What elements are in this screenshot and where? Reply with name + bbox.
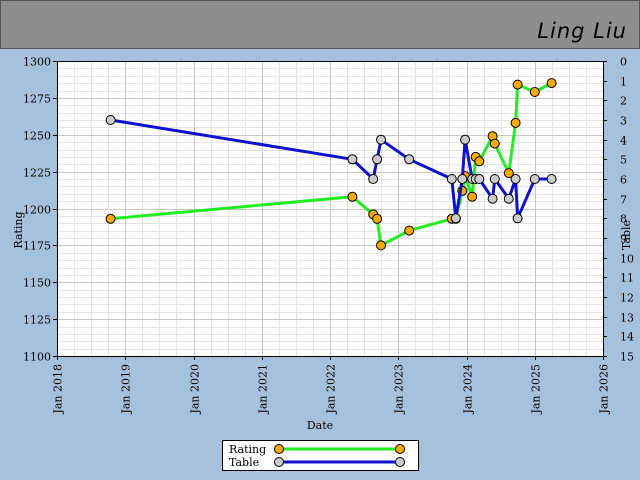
legend-marker: [274, 457, 284, 467]
y-right-tick-label: 10: [620, 253, 634, 266]
y-right-tick-label: 2: [620, 95, 627, 108]
legend-marker: [274, 444, 284, 454]
y-left-tick-label: 1125: [23, 314, 51, 327]
y-right-tick-label: 4: [620, 135, 627, 148]
data-point: [105, 115, 116, 125]
y-left-tick-label: 1300: [23, 56, 51, 69]
legend-label: Rating: [229, 443, 266, 456]
chart-page: Ling Liu 1100 1125 1150 1175 1200 1225 1250 127…: [0, 0, 640, 480]
data-point: [546, 174, 557, 184]
x-axis-title: Date: [307, 419, 333, 432]
data-point: [546, 78, 557, 89]
y-left-tick-label: 1200: [23, 204, 51, 217]
data-point: [372, 213, 383, 224]
data-point: [510, 117, 521, 128]
x-tick-label: Jan 2020: [189, 364, 202, 415]
y-right-tick-label: 13: [620, 312, 634, 325]
data-point: [474, 174, 485, 184]
data-point: [512, 79, 523, 90]
y-right-tick-label: 15: [620, 351, 634, 364]
y-right-tick-label: 5: [620, 154, 627, 167]
chart-svg: 110011251150117512001225125012751300 0123…: [12, 56, 634, 471]
y-right-tick-label: 1: [620, 76, 627, 89]
data-point: [450, 213, 461, 224]
y-left-tick-label: 1225: [23, 167, 51, 180]
y-right-tick-label: 12: [620, 292, 634, 305]
x-tick-label: Jan 2023: [393, 364, 406, 415]
data-point: [489, 138, 500, 149]
x-tick-label: Jan 2019: [120, 364, 133, 415]
data-point: [503, 193, 514, 204]
data-point: [457, 174, 468, 184]
data-point: [376, 134, 386, 145]
data-point: [487, 193, 498, 204]
y-left-tick-label: 1275: [23, 93, 51, 106]
y-right-tick-label: 11: [620, 272, 634, 285]
data-point: [347, 154, 358, 165]
x-tick-label: Jan 2022: [325, 364, 338, 415]
y-right-tick-label: 7: [620, 194, 627, 207]
x-tick-label: Jan 2024: [462, 364, 475, 415]
data-point: [376, 240, 386, 251]
data-point: [474, 156, 485, 167]
y-right-tick-label: 6: [620, 174, 627, 187]
data-point: [446, 174, 457, 184]
data-point: [512, 213, 523, 224]
data-point: [467, 191, 478, 202]
data-point: [404, 154, 415, 165]
y-right-tick-label: 3: [620, 115, 627, 128]
y-left-axis-title: Rating: [12, 211, 25, 248]
data-point: [372, 154, 383, 165]
x-tick-label: Jan 2025: [530, 364, 543, 415]
x-tick-label: Jan 2018: [52, 364, 65, 415]
y-left-tick-label: 1250: [23, 130, 51, 143]
x-tick-label: Jan 2026: [598, 364, 611, 415]
y-right-tick-label: 14: [620, 331, 634, 344]
data-point: [368, 174, 379, 184]
y-left-tick-label: 1150: [23, 277, 51, 290]
y-right-tick-label: 0: [620, 56, 627, 69]
data-point: [460, 134, 471, 145]
legend-marker: [395, 457, 405, 467]
legend-marker: [395, 444, 405, 454]
data-point: [529, 87, 540, 97]
data-point: [489, 174, 500, 184]
legend: RatingTable: [222, 440, 419, 471]
y-left-tick-label: 1175: [23, 240, 51, 253]
y-left-tick-label: 1100: [23, 351, 51, 364]
data-point: [404, 225, 415, 236]
data-point: [347, 191, 358, 202]
legend-label: Table: [229, 456, 259, 469]
data-point: [105, 213, 116, 224]
x-tick-label: Jan 2021: [257, 364, 270, 415]
data-point: [529, 174, 540, 184]
data-point: [510, 174, 521, 184]
y-right-axis-title: Table: [620, 220, 633, 250]
